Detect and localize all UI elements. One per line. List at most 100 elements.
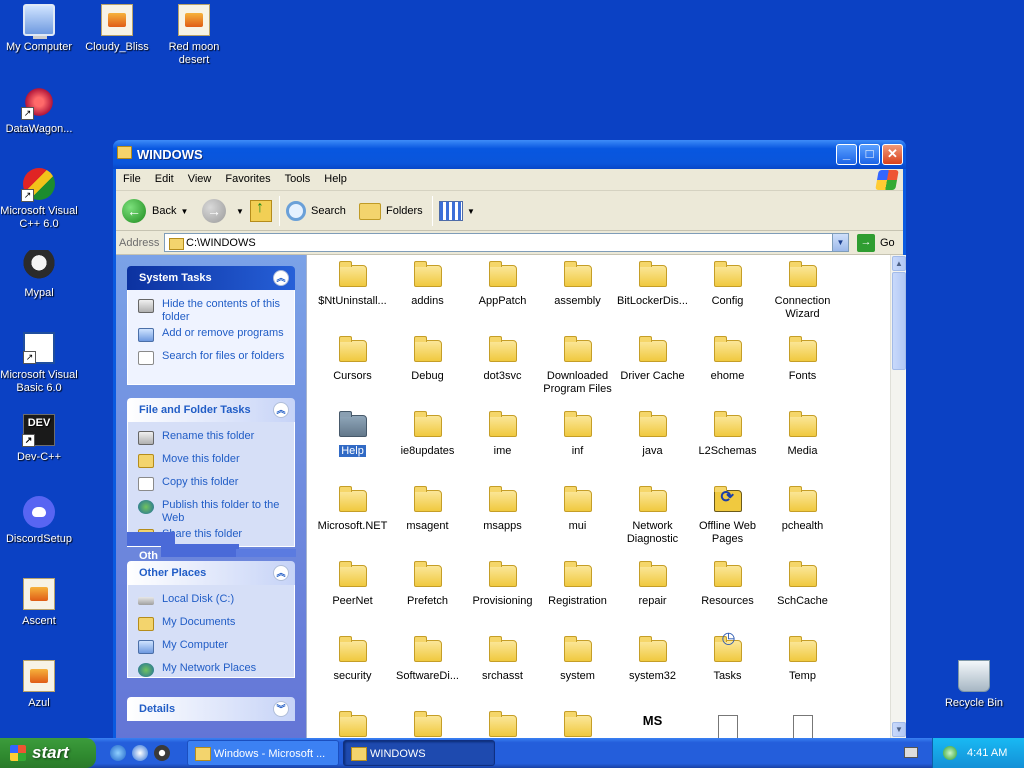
- scroll-thumb[interactable]: [892, 272, 906, 370]
- desktop-icon-dev-cpp[interactable]: DEV Dev-C++: [0, 414, 78, 464]
- folder-item[interactable]: [465, 709, 540, 738]
- folder-item[interactable]: msagent: [390, 484, 465, 559]
- task-move-folder[interactable]: Move this folder: [138, 453, 294, 473]
- other-places-header[interactable]: Other Places ︽: [127, 561, 295, 585]
- address-input[interactable]: C:\WINDOWS ▼: [164, 233, 849, 252]
- folder-item[interactable]: Network Diagnostic: [615, 484, 690, 559]
- keyboard-icon[interactable]: [904, 747, 918, 758]
- taskbar-button-windows-folder[interactable]: WINDOWS: [343, 740, 495, 766]
- folder-item[interactable]: repair: [615, 559, 690, 634]
- folder-item[interactable]: [540, 709, 615, 738]
- folder-item[interactable]: AppPatch: [465, 259, 540, 334]
- desktop-icon-discord-setup[interactable]: DiscordSetup: [0, 496, 78, 546]
- task-rename-folder[interactable]: Rename this folder: [138, 430, 294, 450]
- task-publish-folder[interactable]: Publish this folder to the Web: [138, 499, 294, 525]
- folder-item[interactable]: msapps: [465, 484, 540, 559]
- scroll-down-icon[interactable]: ▼: [892, 722, 906, 737]
- desktop-icon-recycle-bin[interactable]: Recycle Bin: [935, 660, 1013, 710]
- menu-edit[interactable]: Edit: [148, 169, 181, 189]
- details-header[interactable]: Details ︾: [127, 697, 295, 721]
- scroll-up-icon[interactable]: ▲: [892, 256, 906, 271]
- forward-button[interactable]: → ▼: [202, 197, 244, 225]
- media-player-icon[interactable]: [154, 745, 170, 761]
- vertical-scrollbar[interactable]: ▲ ▼: [890, 255, 906, 738]
- clock[interactable]: 4:41 AM: [967, 747, 1007, 759]
- desktop-icon-datawagon[interactable]: DataWagon...: [0, 86, 78, 136]
- folder-item[interactable]: PeerNet: [315, 559, 390, 634]
- media-icon[interactable]: [132, 745, 148, 761]
- back-button[interactable]: ← Back ▼: [122, 197, 188, 225]
- folder-item[interactable]: [690, 709, 765, 738]
- views-button[interactable]: ▼: [439, 197, 475, 225]
- close-button[interactable]: ✕: [882, 144, 903, 165]
- folder-item[interactable]: [390, 709, 465, 738]
- folder-item[interactable]: assembly: [540, 259, 615, 334]
- folder-item[interactable]: MS: [615, 709, 690, 738]
- folder-item[interactable]: Fonts: [765, 334, 840, 409]
- expand-icon[interactable]: ︾: [273, 701, 289, 717]
- network-icon[interactable]: [943, 746, 957, 760]
- desktop-icon-visual-basic[interactable]: Microsoft Visual Basic 6.0: [0, 332, 78, 395]
- folder-item[interactable]: mui: [540, 484, 615, 559]
- folder-item[interactable]: Debug: [390, 334, 465, 409]
- folder-item[interactable]: BitLockerDis...: [615, 259, 690, 334]
- folder-item[interactable]: Temp: [765, 634, 840, 709]
- folder-item[interactable]: dot3svc: [465, 334, 540, 409]
- go-arrow-icon[interactable]: →: [857, 234, 875, 252]
- window-title-bar[interactable]: WINDOWS _ □ ✕: [113, 140, 906, 169]
- task-add-remove-programs[interactable]: Add or remove programs: [138, 327, 294, 347]
- folder-item[interactable]: Config: [690, 259, 765, 334]
- folder-item[interactable]: Offline Web Pages: [690, 484, 765, 559]
- place-my-documents[interactable]: My Documents: [138, 616, 294, 636]
- place-my-computer[interactable]: My Computer: [138, 639, 294, 659]
- place-local-disk[interactable]: Local Disk (C:): [138, 593, 294, 613]
- folder-item[interactable]: Resources: [690, 559, 765, 634]
- folder-item[interactable]: ie8updates: [390, 409, 465, 484]
- folder-item[interactable]: [315, 709, 390, 738]
- folder-item[interactable]: Cursors: [315, 334, 390, 409]
- folder-item[interactable]: srchasst: [465, 634, 540, 709]
- place-my-network-places[interactable]: My Network Places: [138, 662, 294, 682]
- folder-item[interactable]: SchCache: [765, 559, 840, 634]
- minimize-button[interactable]: _: [836, 144, 857, 165]
- folder-item[interactable]: L2Schemas: [690, 409, 765, 484]
- folder-item[interactable]: Downloaded Program Files: [540, 334, 615, 409]
- desktop-icon-my-computer[interactable]: My Computer: [0, 4, 78, 54]
- folder-item[interactable]: Provisioning: [465, 559, 540, 634]
- folder-item[interactable]: $NtUninstall...: [315, 259, 390, 334]
- desktop-icon-ascent[interactable]: Ascent: [0, 578, 78, 628]
- menu-view[interactable]: View: [181, 169, 219, 189]
- folder-item[interactable]: system32: [615, 634, 690, 709]
- desktop-icon-red-moon-desert[interactable]: Red moon desert: [155, 4, 233, 67]
- system-tasks-header[interactable]: System Tasks ︽: [127, 266, 295, 290]
- folder-item[interactable]: SoftwareDi...: [390, 634, 465, 709]
- desktop-icon-azul[interactable]: Azul: [0, 660, 78, 710]
- folders-button[interactable]: Folders: [359, 197, 423, 225]
- file-folder-tasks-header[interactable]: File and Folder Tasks ︽: [127, 398, 295, 422]
- internet-explorer-icon[interactable]: [110, 745, 126, 761]
- folder-item[interactable]: Media: [765, 409, 840, 484]
- folder-item[interactable]: ehome: [690, 334, 765, 409]
- menu-help[interactable]: Help: [317, 169, 354, 189]
- desktop-icon-cloudy-bliss[interactable]: Cloudy_Bliss: [78, 4, 156, 54]
- maximize-button[interactable]: □: [859, 144, 880, 165]
- folder-item[interactable]: Help: [315, 409, 390, 484]
- go-button[interactable]: Go: [880, 237, 895, 249]
- folder-item[interactable]: [765, 709, 840, 738]
- address-dropdown-icon[interactable]: ▼: [832, 234, 848, 251]
- start-button[interactable]: start: [0, 738, 96, 768]
- task-hide-contents[interactable]: Hide the contents of this folder: [138, 298, 294, 324]
- collapse-icon[interactable]: ︽: [273, 270, 289, 286]
- folder-item[interactable]: Registration: [540, 559, 615, 634]
- folder-item[interactable]: addins: [390, 259, 465, 334]
- menu-tools[interactable]: Tools: [278, 169, 318, 189]
- task-copy-folder[interactable]: Copy this folder: [138, 476, 294, 496]
- folder-item[interactable]: system: [540, 634, 615, 709]
- desktop-icon-visual-cpp[interactable]: Microsoft Visual C++ 6.0: [0, 168, 78, 231]
- chevron-down-icon[interactable]: ▼: [467, 207, 475, 216]
- folder-item[interactable]: Connection Wizard: [765, 259, 840, 334]
- task-search-files[interactable]: Search for files or folders: [138, 350, 294, 370]
- menu-file[interactable]: File: [116, 169, 148, 189]
- folder-item[interactable]: pchealth: [765, 484, 840, 559]
- up-button[interactable]: [250, 197, 272, 225]
